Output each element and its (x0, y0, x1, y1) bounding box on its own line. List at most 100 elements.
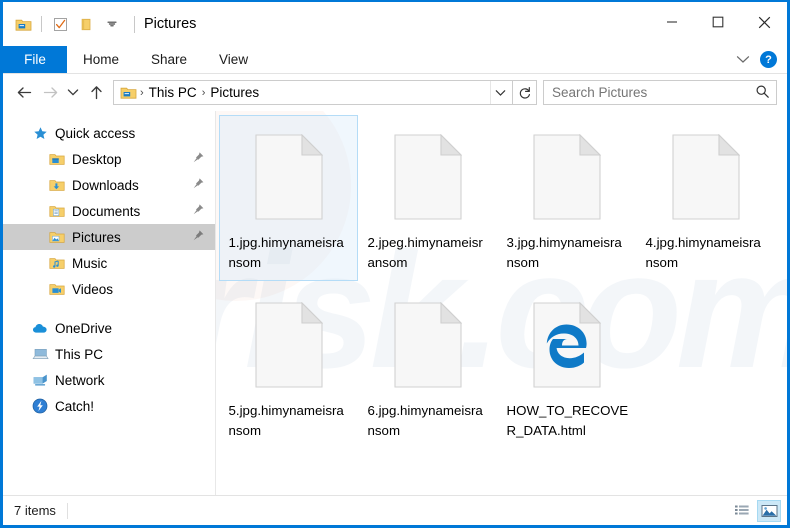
status-bar: 7 items (3, 495, 787, 525)
pin-icon[interactable] (192, 203, 205, 219)
view-buttons (730, 499, 781, 522)
refresh-button[interactable] (513, 80, 537, 105)
ribbon-tab-strip: File Home Share View ? (3, 46, 787, 73)
sidebar-item-documents[interactable]: Documents (3, 198, 215, 224)
file-item[interactable]: 5.jpg.himynameisransom (219, 283, 358, 449)
sidebar-item-label: Videos (72, 281, 114, 297)
sidebar-item-label: Music (72, 255, 108, 271)
pin-icon[interactable] (192, 151, 205, 167)
breadcrumb-item-this-pc[interactable]: This PC (145, 85, 201, 100)
pin-icon[interactable] (192, 229, 205, 245)
sidebar-item-network[interactable]: Network (3, 367, 215, 393)
sidebar-item-downloads[interactable]: Downloads (3, 172, 215, 198)
sidebar-item-quick-access[interactable]: Quick access (3, 120, 215, 146)
window-title: Pictures (144, 16, 197, 32)
item-count-label: 7 items (14, 503, 56, 518)
edge-html-file-icon (523, 289, 611, 400)
body-area: Quick access Desktop Downloads Documents… (3, 111, 787, 495)
sidebar-item-desktop[interactable]: Desktop (3, 146, 215, 172)
breadcrumb-root-icon[interactable] (118, 85, 139, 100)
pin-icon[interactable] (192, 177, 205, 193)
toolbar-divider (41, 16, 42, 32)
music-folder-icon (47, 256, 67, 270)
sidebar-item-this-pc[interactable]: This PC (3, 341, 215, 367)
generic-file-icon (662, 121, 750, 232)
tab-view[interactable]: View (203, 46, 264, 73)
generic-file-icon (245, 121, 333, 232)
file-item[interactable]: 2.jpeg.himynameisransom (358, 115, 497, 281)
chevron-down-icon[interactable] (101, 13, 123, 35)
sidebar-item-label: Catch! (55, 398, 95, 414)
navigation-pane: Quick access Desktop Downloads Documents… (3, 111, 216, 495)
help-button[interactable]: ? (760, 51, 777, 68)
documents-folder-icon (47, 204, 67, 218)
breadcrumb[interactable]: › This PC › Pictures (113, 80, 513, 105)
tab-home[interactable]: Home (67, 46, 135, 73)
sidebar-item-onedrive[interactable]: OneDrive (3, 315, 215, 341)
status-divider (66, 502, 68, 519)
star-icon (30, 126, 50, 141)
pictures-folder-icon (47, 230, 67, 244)
search-box[interactable] (543, 80, 777, 105)
large-icons-view-button[interactable] (757, 499, 781, 522)
forward-button[interactable] (37, 80, 63, 106)
window-controls (649, 2, 787, 42)
file-item[interactable]: 3.jpg.himynameisransom (497, 115, 636, 281)
file-name-label: HOW_TO_RECOVER_DATA.html (506, 403, 629, 438)
file-item[interactable]: HOW_TO_RECOVER_DATA.html (497, 283, 636, 449)
network-icon (30, 373, 50, 387)
sidebar-item-music[interactable]: Music (3, 250, 215, 276)
search-icon[interactable] (755, 84, 772, 102)
sidebar-item-label: Desktop (72, 151, 122, 167)
up-button[interactable] (83, 80, 109, 106)
chevron-down-icon[interactable] (736, 51, 750, 69)
sidebar-item-label: Downloads (72, 177, 139, 193)
onedrive-cloud-icon (30, 322, 50, 335)
sidebar-item-pictures[interactable]: Pictures (3, 224, 215, 250)
catch-app-icon (30, 398, 50, 414)
file-item[interactable]: 1.jpg.himynameisransom (219, 115, 358, 281)
file-name-label: 4.jpg.himynameisransom (645, 235, 761, 270)
sidebar-item-label: Network (55, 372, 105, 388)
generic-file-icon (523, 121, 611, 232)
sidebar-item-catch[interactable]: Catch! (3, 393, 215, 419)
breadcrumb-item-pictures[interactable]: Pictures (206, 85, 263, 100)
chevron-down-icon[interactable] (490, 81, 510, 104)
maximize-button[interactable] (695, 2, 741, 42)
sidebar-item-label: This PC (55, 346, 104, 362)
file-name-label: 5.jpg.himynameisransom (228, 403, 344, 438)
downloads-folder-icon (47, 178, 67, 192)
tab-share[interactable]: Share (135, 46, 203, 73)
new-folder-icon[interactable] (75, 13, 97, 35)
generic-file-icon (245, 289, 333, 400)
sidebar-item-label: Pictures (72, 229, 121, 245)
sidebar-item-label: OneDrive (55, 320, 113, 336)
file-list-pane[interactable]: risk.com 1.jpg.himynameisransom 2.jpeg.h… (216, 111, 787, 495)
quick-access-toolbar (3, 2, 135, 46)
file-name-label: 6.jpg.himynameisransom (367, 403, 483, 438)
sidebar-item-videos[interactable]: Videos (3, 276, 215, 302)
generic-file-icon (384, 121, 472, 232)
ribbon-right-controls: ? (736, 46, 781, 73)
minimize-button[interactable] (649, 2, 695, 42)
title-divider (134, 15, 135, 33)
file-name-label: 1.jpg.himynameisransom (228, 235, 344, 270)
file-explorer-window: Pictures File Home Share View ? › This P… (0, 0, 790, 528)
checkbox-icon[interactable] (49, 13, 71, 35)
back-button[interactable] (11, 80, 37, 106)
desktop-folder-icon (47, 152, 67, 166)
title-bar: Pictures (3, 2, 787, 46)
tab-file[interactable]: File (3, 46, 67, 73)
search-input[interactable] (552, 85, 755, 100)
recent-locations-button[interactable] (63, 80, 83, 106)
details-view-button[interactable] (730, 500, 754, 522)
address-bar-row: › This PC › Pictures (3, 74, 787, 111)
sidebar-item-label: Documents (72, 203, 141, 219)
close-button[interactable] (741, 2, 787, 42)
videos-folder-icon (47, 282, 67, 296)
file-name-label: 3.jpg.himynameisransom (506, 235, 622, 270)
file-item[interactable]: 6.jpg.himynameisransom (358, 283, 497, 449)
file-item[interactable]: 4.jpg.himynameisransom (636, 115, 775, 281)
properties-icon[interactable] (12, 13, 34, 35)
